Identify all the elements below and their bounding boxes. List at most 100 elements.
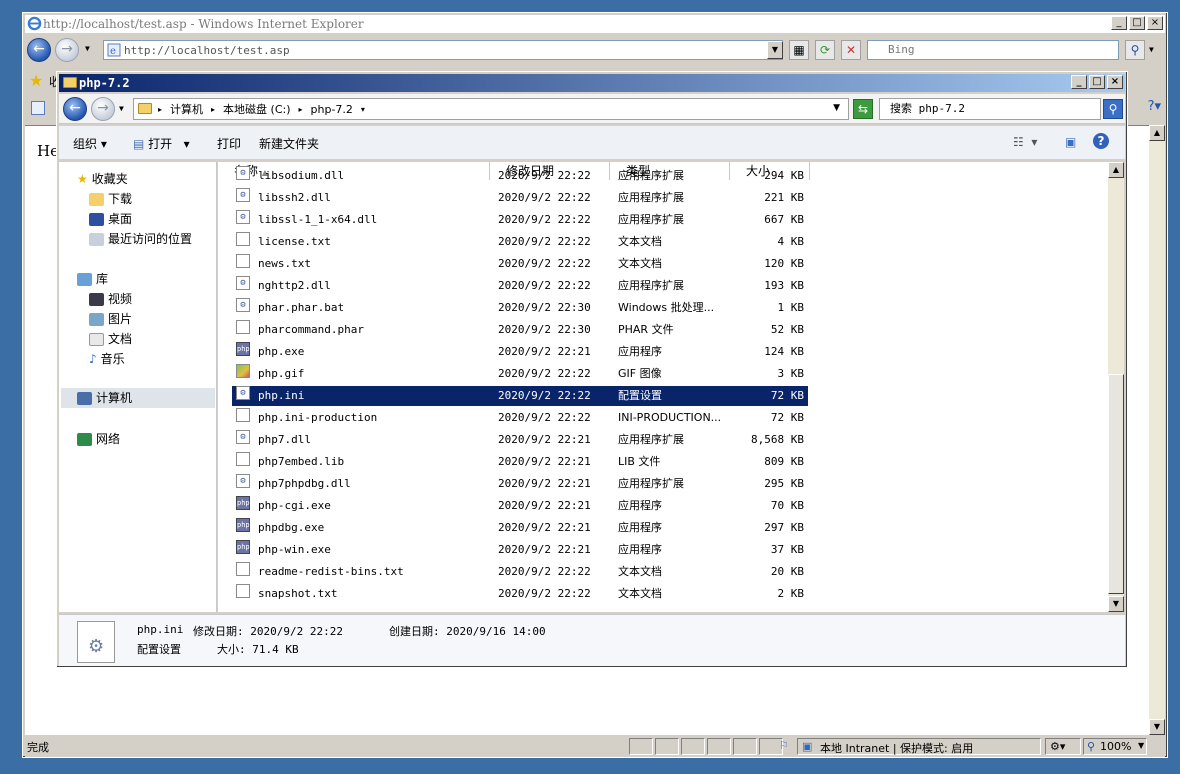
- stop-icon[interactable]: ✕: [841, 40, 861, 60]
- nav-libraries[interactable]: 库: [77, 270, 108, 288]
- nav-documents[interactable]: 文档: [89, 330, 132, 348]
- ie-vertical-scrollbar[interactable]: ▲ ▼: [1149, 125, 1165, 735]
- explorer-refresh-icon[interactable]: ⇆: [853, 99, 873, 119]
- explorer-search-placeholder: 搜索 php-7.2: [890, 102, 965, 115]
- help-icon[interactable]: ?▾: [1148, 99, 1161, 114]
- explorer-back-button[interactable]: ←: [63, 97, 87, 121]
- new-folder-label: 新建文件夹: [259, 137, 320, 151]
- recent-pages-dropdown-icon[interactable]: ▼: [119, 104, 124, 113]
- file-row[interactable]: php php-win.exe 2020/9/2 22:21 应用程序 37 KB: [232, 540, 808, 560]
- file-row[interactable]: readme-redist-bins.txt 2020/9/2 22:22 文本文档…: [232, 562, 808, 582]
- address-dropdown-button[interactable]: ▼: [767, 41, 783, 59]
- ie-titlebar[interactable]: http://localhost/test.asp - Windows Inte…: [25, 15, 1165, 33]
- nav-network[interactable]: 网络: [77, 430, 120, 448]
- file-row[interactable]: phar.phar.bat 2020/9/2 22:30 Windows 批处理..…: [232, 298, 808, 318]
- explorer-close-button[interactable]: ×: [1107, 75, 1123, 89]
- file-row[interactable]: php phpdbg.exe 2020/9/2 22:21 应用程序 297 KB: [232, 518, 808, 538]
- explorer-minimize-button[interactable]: _: [1071, 75, 1087, 89]
- ie-scroll-up-button[interactable]: ▲: [1149, 125, 1165, 141]
- file-row[interactable]: pharcommand.phar 2020/9/2 22:30 PHAR 文件 52 …: [232, 320, 808, 340]
- chevron-icon[interactable]: ▸: [299, 105, 303, 114]
- file-size: 120 KB: [764, 257, 804, 270]
- file-date: 2020/9/2 22:22: [498, 169, 591, 182]
- forward-button[interactable]: →: [55, 38, 79, 62]
- file-row[interactable]: php.ini 2020/9/2 22:22 配置设置 72 KB: [232, 386, 808, 406]
- file-type: 应用程序扩展: [618, 213, 684, 226]
- security-icon[interactable]: ⚙▾: [1045, 738, 1081, 755]
- file-type: 应用程序扩展: [618, 169, 684, 182]
- file-date: 2020/9/2 22:30: [498, 301, 591, 314]
- nav-music[interactable]: ♪ 音乐: [89, 350, 125, 368]
- text-file-icon: [236, 254, 250, 268]
- file-row[interactable]: php php.exe 2020/9/2 22:21 应用程序 124 KB: [232, 342, 808, 362]
- preview-pane-icon[interactable]: ▣: [1065, 135, 1076, 149]
- explorer-search-input[interactable]: 搜索 php-7.2: [879, 98, 1101, 120]
- file-row[interactable]: news.txt 2020/9/2 22:22 文本文档 120 KB: [232, 254, 808, 274]
- breadcrumb[interactable]: ▸ 计算机 ▸ 本地磁盘 (C:) ▸ php-7.2 ▾ ▼: [133, 98, 849, 120]
- file-row[interactable]: php7embed.lib 2020/9/2 22:21 LIB 文件 809 KB: [232, 452, 808, 472]
- breadcrumb-computer[interactable]: 计算机: [170, 101, 203, 117]
- open-button[interactable]: ▤ 打开 ▾: [133, 135, 190, 152]
- file-row[interactable]: php7phpdbg.dll 2020/9/2 22:21 应用程序扩展 295 KB: [232, 474, 808, 494]
- explorer-search-icon[interactable]: ⚲: [1103, 99, 1123, 119]
- maximize-button[interactable]: □: [1129, 16, 1145, 30]
- nav-favorites[interactable]: ★ 收藏夹: [77, 170, 128, 188]
- new-folder-button[interactable]: 新建文件夹: [259, 135, 319, 152]
- explorer-forward-button[interactable]: →: [91, 97, 115, 121]
- ie-search-input[interactable]: Bing: [867, 40, 1119, 60]
- file-row[interactable]: php.ini-production 2020/9/2 22:22 INI-PROD…: [232, 408, 808, 428]
- ie-scroll-down-button[interactable]: ▼: [1149, 719, 1165, 735]
- minimize-button[interactable]: _: [1111, 16, 1127, 30]
- nav-desktop[interactable]: 桌面: [89, 210, 132, 228]
- favorites-star-icon[interactable]: ★: [29, 71, 43, 90]
- file-date: 2020/9/2 22:21: [498, 521, 591, 534]
- search-options-icon[interactable]: ▼: [1149, 45, 1154, 54]
- print-button[interactable]: 打印: [217, 135, 241, 152]
- file-row[interactable]: php php-cgi.exe 2020/9/2 22:21 应用程序 70 KB: [232, 496, 808, 516]
- zone-segment[interactable]: ▣ 本地 Intranet | 保护模式: 启用: [797, 738, 1041, 755]
- breadcrumb-dropdown-icon[interactable]: ▼: [833, 103, 840, 113]
- explorer-vertical-scrollbar[interactable]: ▲ ▼: [1108, 162, 1124, 612]
- file-type: 配置设置: [618, 389, 662, 402]
- file-row[interactable]: license.txt 2020/9/2 22:22 文本文档 4 KB: [232, 232, 808, 252]
- view-options-icon[interactable]: ☷ ▾: [1013, 135, 1037, 149]
- chevron-icon[interactable]: ▸: [211, 105, 215, 114]
- refresh-icon[interactable]: ⟳: [815, 40, 835, 60]
- help-icon[interactable]: ?: [1093, 133, 1109, 149]
- nav-videos[interactable]: 视频: [89, 290, 132, 308]
- breadcrumb-drive[interactable]: 本地磁盘 (C:): [223, 101, 290, 117]
- search-icon[interactable]: ⚲: [1125, 40, 1145, 60]
- history-dropdown-icon[interactable]: ▼: [85, 44, 90, 53]
- explorer-maximize-button[interactable]: □: [1089, 75, 1105, 89]
- explorer-scroll-up-button[interactable]: ▲: [1108, 162, 1124, 178]
- file-type: 文本文档: [618, 235, 662, 248]
- file-row[interactable]: php.gif 2020/9/2 22:22 GIF 图像 3 KB: [232, 364, 808, 384]
- nav-downloads[interactable]: 下载: [89, 190, 132, 208]
- file-row[interactable]: snapshot.txt 2020/9/2 22:22 文本文档 2 KB: [232, 584, 808, 604]
- nav-pictures[interactable]: 图片: [89, 310, 132, 328]
- file-row[interactable]: libssl-1_1-x64.dll 2020/9/2 22:22 应用程序扩展 66…: [232, 210, 808, 230]
- file-name: libsodium.dll: [258, 169, 345, 182]
- network-status-icon[interactable]: ⚐: [779, 739, 789, 752]
- back-button[interactable]: ←: [27, 38, 51, 62]
- tab-page-icon[interactable]: [31, 101, 45, 115]
- file-size: 72 KB: [770, 411, 804, 424]
- nav-recent[interactable]: 最近访问的位置: [89, 230, 192, 248]
- address-bar[interactable]: e http://localhost/test.asp: [103, 40, 783, 60]
- chevron-down-icon[interactable]: ▾: [361, 105, 365, 114]
- zoom-control[interactable]: ⚲ 100% ▼: [1083, 738, 1147, 755]
- file-row[interactable]: libsodium.dll 2020/9/2 22:22 应用程序扩展 294 KB: [232, 166, 808, 186]
- organize-button[interactable]: 组织 ▾: [73, 135, 107, 152]
- nav-computer[interactable]: 计算机: [61, 388, 215, 408]
- compatibility-icon[interactable]: ▦: [789, 40, 809, 60]
- nav-documents-label: 文档: [108, 332, 133, 346]
- file-row[interactable]: nghttp2.dll 2020/9/2 22:22 应用程序扩展 193 KB: [232, 276, 808, 296]
- file-row[interactable]: php7.dll 2020/9/2 22:21 应用程序扩展 8,568 KB: [232, 430, 808, 450]
- close-button[interactable]: ×: [1147, 16, 1163, 30]
- explorer-scroll-down-button[interactable]: ▼: [1108, 596, 1124, 612]
- chevron-icon[interactable]: ▸: [158, 105, 162, 114]
- explorer-scroll-thumb[interactable]: [1108, 374, 1124, 594]
- breadcrumb-folder[interactable]: php-7.2: [311, 103, 353, 116]
- file-row[interactable]: libssh2.dll 2020/9/2 22:22 应用程序扩展 221 KB: [232, 188, 808, 208]
- explorer-titlebar[interactable]: php-7.2 _ □ ×: [59, 74, 1125, 92]
